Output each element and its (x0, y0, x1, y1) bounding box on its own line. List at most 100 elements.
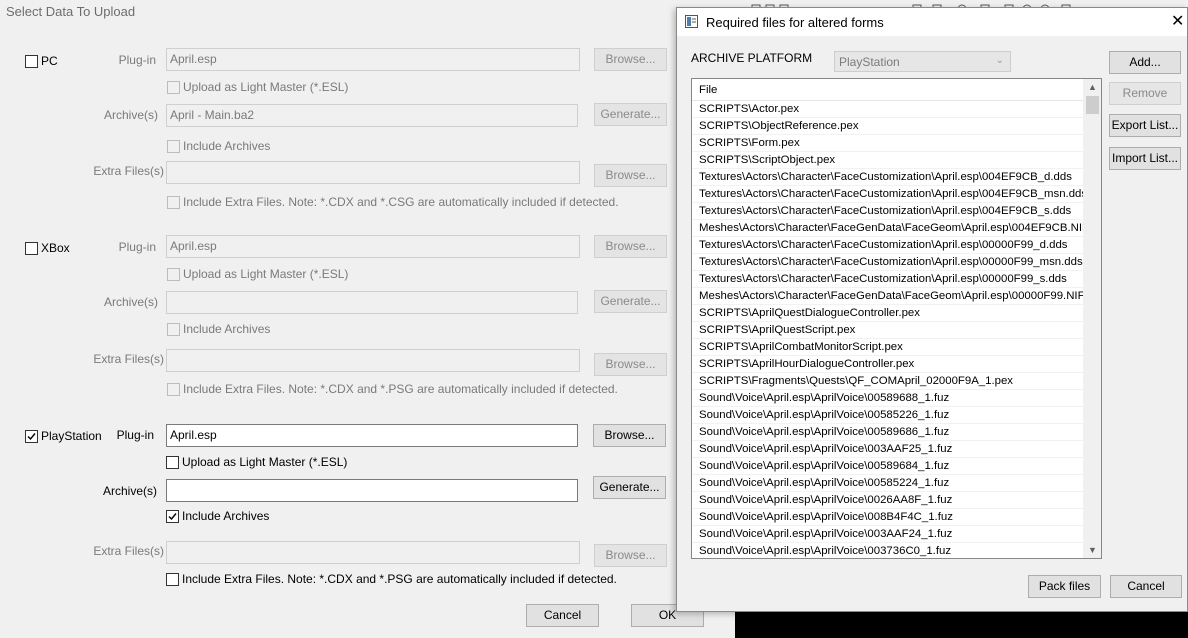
browse-plugin-button-playstation[interactable]: Browse... (593, 424, 666, 447)
browse-extra-button-playstation[interactable]: Browse... (594, 544, 667, 567)
checkbox-box[interactable] (166, 509, 179, 523)
esl-label: Upload as Light Master (*.ESL) (183, 267, 349, 281)
required-files-dialog: Required files for altered forms ✕ ARCHI… (676, 7, 1188, 612)
file-list-item[interactable]: Meshes\Actors\Character\FaceGenData\Face… (692, 288, 1083, 305)
checkbox-box[interactable] (167, 322, 180, 336)
file-list-item[interactable]: Textures\Actors\Character\FaceCustomizat… (692, 203, 1083, 220)
archives-field-xbox[interactable] (166, 291, 578, 314)
file-list-item[interactable]: Sound\Voice\April.esp\AprilVoice\0058522… (692, 475, 1083, 492)
include-extra-checkbox-xbox[interactable]: Include Extra Files. Note: *.CDX and *.P… (167, 382, 618, 396)
file-list-item[interactable]: Sound\Voice\April.esp\AprilVoice\0058522… (692, 407, 1083, 424)
extra-files-field-playstation[interactable] (166, 541, 580, 564)
scroll-down-icon[interactable]: ▼ (1084, 542, 1101, 558)
generate-button-playstation[interactable]: Generate... (593, 476, 666, 499)
file-list-item[interactable]: SCRIPTS\ObjectReference.pex (692, 118, 1083, 135)
file-list-item[interactable]: Textures\Actors\Character\FaceCustomizat… (692, 237, 1083, 254)
archives-label: Archive(s) (103, 108, 158, 122)
file-list-item[interactable]: SCRIPTS\ScriptObject.pex (692, 152, 1083, 169)
cancel-button[interactable]: Cancel (1110, 575, 1182, 598)
file-list[interactable]: File SCRIPTS\Actor.pex SCRIPTS\ObjectRefe… (691, 78, 1102, 559)
generate-button-xbox[interactable]: Generate... (594, 290, 667, 313)
plugin-field-pc[interactable]: April.esp (166, 48, 580, 71)
file-list-item[interactable]: SCRIPTS\AprilCombatMonitorScript.pex (692, 339, 1083, 356)
file-list-item[interactable]: Sound\Voice\April.esp\AprilVoice\0058968… (692, 458, 1083, 475)
file-list-item[interactable]: SCRIPTS\AprilHourDialogueController.pex (692, 356, 1083, 373)
include-extra-checkbox-pc[interactable]: Include Extra Files. Note: *.CDX and *.C… (167, 195, 619, 209)
checkbox-box[interactable] (167, 267, 180, 281)
file-list-item[interactable]: Sound\Voice\April.esp\AprilVoice\0058968… (692, 390, 1083, 407)
esl-checkbox-pc[interactable]: Upload as Light Master (*.ESL) (167, 80, 348, 94)
file-list-item[interactable]: Textures\Actors\Character\FaceCustomizat… (692, 271, 1083, 288)
file-list-item[interactable]: SCRIPTS\Fragments\Quests\QF_COMApril_020… (692, 373, 1083, 390)
file-list-item[interactable]: Sound\Voice\April.esp\AprilVoice\003736C… (692, 543, 1083, 558)
vertical-scrollbar[interactable]: ▲ ▼ (1083, 79, 1101, 558)
checkbox-box[interactable] (166, 455, 179, 469)
import-list-button[interactable]: Import List... (1109, 147, 1181, 170)
scroll-up-icon[interactable]: ▲ (1084, 79, 1101, 95)
checkbox-box[interactable] (25, 54, 38, 68)
close-icon[interactable]: ✕ (1171, 12, 1184, 32)
browse-plugin-button-xbox[interactable]: Browse... (594, 235, 667, 258)
include-archives-checkbox-playstation[interactable]: Include Archives (166, 509, 269, 523)
include-archives-checkbox-xbox[interactable]: Include Archives (167, 322, 270, 336)
checkbox-box[interactable] (166, 572, 179, 586)
file-list-item[interactable]: SCRIPTS\Actor.pex (692, 101, 1083, 118)
esl-checkbox-xbox[interactable]: Upload as Light Master (*.ESL) (167, 267, 348, 281)
add-button[interactable]: Add... (1109, 51, 1181, 74)
cancel-button[interactable]: Cancel (526, 604, 599, 627)
file-list-item[interactable]: Sound\Voice\April.esp\AprilVoice\0058968… (692, 424, 1083, 441)
file-list-item[interactable]: Meshes\Actors\Character\FaceGenData\Face… (692, 220, 1083, 237)
pack-files-button[interactable]: Pack files (1028, 575, 1101, 598)
browse-extra-button-xbox[interactable]: Browse... (594, 353, 667, 376)
include-extra-label: Include Extra Files. Note: *.CDX and *.P… (183, 382, 618, 396)
checkbox-box[interactable] (25, 429, 38, 443)
esl-checkbox-playstation[interactable]: Upload as Light Master (*.ESL) (166, 455, 347, 469)
export-list-button[interactable]: Export List... (1109, 114, 1181, 137)
file-list-header[interactable]: File (692, 79, 1083, 101)
generate-button-pc[interactable]: Generate... (594, 103, 667, 126)
file-list-item[interactable]: Textures\Actors\Character\FaceCustomizat… (692, 186, 1083, 203)
include-extra-checkbox-playstation[interactable]: Include Extra Files. Note: *.CDX and *.P… (166, 572, 617, 586)
extra-files-field-xbox[interactable] (166, 349, 580, 372)
checkbox-box[interactable] (167, 382, 180, 396)
platform-checkbox-xbox[interactable]: XBox (25, 241, 70, 255)
checkbox-box[interactable] (167, 80, 180, 94)
file-list-item[interactable]: Sound\Voice\April.esp\AprilVoice\008B4F4… (692, 509, 1083, 526)
plugin-field-xbox[interactable]: April.esp (166, 235, 580, 258)
file-list-item[interactable]: SCRIPTS\AprilQuestDialogueController.pex (692, 305, 1083, 322)
include-archives-label: Include Archives (183, 139, 271, 153)
archives-label: Archive(s) (103, 295, 158, 309)
include-archives-checkbox-pc[interactable]: Include Archives (167, 139, 270, 153)
dialog-title: Select Data To Upload (6, 4, 136, 19)
scrollbar-thumb[interactable] (1086, 96, 1099, 114)
file-list-item[interactable]: SCRIPTS\AprilQuestScript.pex (692, 322, 1083, 339)
extra-files-field-pc[interactable] (166, 161, 580, 184)
file-list-item[interactable]: Sound\Voice\April.esp\AprilVoice\0026AA8… (692, 492, 1083, 509)
browse-plugin-button-pc[interactable]: Browse... (594, 48, 667, 71)
file-list-item[interactable]: SCRIPTS\Form.pex (692, 135, 1083, 152)
title-bar: Required files for altered forms ✕ (677, 8, 1187, 36)
extra-files-label: Extra Files(s) (93, 164, 164, 178)
checkmark-icon (27, 432, 36, 440)
remove-button[interactable]: Remove (1109, 82, 1181, 105)
browse-extra-button-pc[interactable]: Browse... (594, 164, 667, 187)
archive-platform-select[interactable]: PlayStation ⌄ (834, 51, 1011, 72)
checkbox-box[interactable] (167, 139, 180, 153)
file-list-item[interactable]: Sound\Voice\April.esp\AprilVoice\003AAF2… (692, 526, 1083, 543)
include-archives-label: Include Archives (182, 509, 270, 523)
esl-label: Upload as Light Master (*.ESL) (183, 80, 349, 94)
archives-field-pc[interactable]: April - Main.ba2 (166, 104, 578, 127)
file-list-item[interactable]: Textures\Actors\Character\FaceCustomizat… (692, 169, 1083, 186)
file-list-item[interactable]: Textures\Actors\Character\FaceCustomizat… (692, 254, 1083, 271)
plugin-field-playstation[interactable]: April.esp (166, 424, 578, 447)
archives-label: Archive(s) (102, 484, 157, 498)
file-list-item[interactable]: Sound\Voice\April.esp\AprilVoice\003AAF2… (692, 441, 1083, 458)
select-data-dialog: Select Data To Upload PC Plug-in April.e… (0, 0, 735, 638)
checkbox-box[interactable] (167, 195, 180, 209)
checkbox-box[interactable] (25, 241, 38, 255)
platform-checkbox-pc[interactable]: PC (25, 54, 58, 68)
archives-field-playstation[interactable] (166, 479, 578, 502)
checkmark-icon (168, 512, 177, 520)
esl-label: Upload as Light Master (*.ESL) (182, 455, 348, 469)
plugin-label: Plug-in (118, 240, 156, 254)
